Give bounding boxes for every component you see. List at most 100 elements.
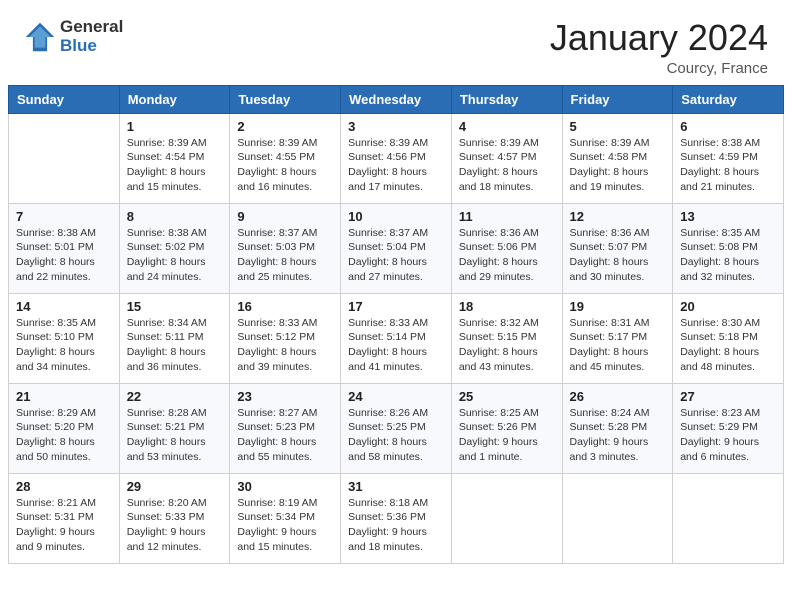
sunset-text: Sunset: 5:03 PM bbox=[237, 241, 315, 253]
cell-w4-d2: 22 Sunrise: 8:28 AM Sunset: 5:21 PM Dayl… bbox=[119, 383, 230, 473]
day-info: Sunrise: 8:29 AM Sunset: 5:20 PM Dayligh… bbox=[16, 406, 112, 465]
sunset-text: Sunset: 4:54 PM bbox=[127, 151, 205, 163]
sunrise-text: Sunrise: 8:24 AM bbox=[570, 407, 650, 419]
day-info: Sunrise: 8:25 AM Sunset: 5:26 PM Dayligh… bbox=[459, 406, 555, 465]
day-info: Sunrise: 8:39 AM Sunset: 4:55 PM Dayligh… bbox=[237, 136, 333, 195]
sunrise-text: Sunrise: 8:27 AM bbox=[237, 407, 317, 419]
cell-w5-d4: 31 Sunrise: 8:18 AM Sunset: 5:36 PM Dayl… bbox=[341, 473, 452, 563]
sunrise-text: Sunrise: 8:39 AM bbox=[237, 137, 317, 149]
day-info: Sunrise: 8:37 AM Sunset: 5:03 PM Dayligh… bbox=[237, 226, 333, 285]
sunset-text: Sunset: 5:08 PM bbox=[680, 241, 758, 253]
sunset-text: Sunset: 5:07 PM bbox=[570, 241, 648, 253]
day-number: 7 bbox=[16, 209, 112, 224]
day-info: Sunrise: 8:30 AM Sunset: 5:18 PM Dayligh… bbox=[680, 316, 776, 375]
day-number: 2 bbox=[237, 119, 333, 134]
sunset-text: Sunset: 4:59 PM bbox=[680, 151, 758, 163]
logo-blue-text: Blue bbox=[60, 37, 123, 56]
daylight-text: Daylight: 8 hours and 50 minutes. bbox=[16, 436, 95, 463]
day-info: Sunrise: 8:35 AM Sunset: 5:08 PM Dayligh… bbox=[680, 226, 776, 285]
cell-w5-d2: 29 Sunrise: 8:20 AM Sunset: 5:33 PM Dayl… bbox=[119, 473, 230, 563]
day-info: Sunrise: 8:24 AM Sunset: 5:28 PM Dayligh… bbox=[570, 406, 666, 465]
cell-w3-d7: 20 Sunrise: 8:30 AM Sunset: 5:18 PM Dayl… bbox=[673, 293, 784, 383]
day-number: 6 bbox=[680, 119, 776, 134]
sunset-text: Sunset: 5:28 PM bbox=[570, 421, 648, 433]
sunrise-text: Sunrise: 8:23 AM bbox=[680, 407, 760, 419]
daylight-text: Daylight: 8 hours and 27 minutes. bbox=[348, 256, 427, 283]
sunrise-text: Sunrise: 8:26 AM bbox=[348, 407, 428, 419]
calendar-table: Sunday Monday Tuesday Wednesday Thursday… bbox=[8, 85, 784, 564]
day-number: 20 bbox=[680, 299, 776, 314]
cell-w1-d4: 3 Sunrise: 8:39 AM Sunset: 4:56 PM Dayli… bbox=[341, 113, 452, 203]
cell-w5-d7 bbox=[673, 473, 784, 563]
day-number: 5 bbox=[570, 119, 666, 134]
cell-w5-d5 bbox=[451, 473, 562, 563]
daylight-text: Daylight: 8 hours and 32 minutes. bbox=[680, 256, 759, 283]
day-info: Sunrise: 8:20 AM Sunset: 5:33 PM Dayligh… bbox=[127, 496, 223, 555]
daylight-text: Daylight: 8 hours and 25 minutes. bbox=[237, 256, 316, 283]
sunrise-text: Sunrise: 8:37 AM bbox=[348, 227, 428, 239]
day-info: Sunrise: 8:36 AM Sunset: 5:06 PM Dayligh… bbox=[459, 226, 555, 285]
day-number: 22 bbox=[127, 389, 223, 404]
col-tuesday: Tuesday bbox=[230, 85, 341, 113]
col-monday: Monday bbox=[119, 85, 230, 113]
sunrise-text: Sunrise: 8:30 AM bbox=[680, 317, 760, 329]
day-number: 4 bbox=[459, 119, 555, 134]
title-location: Courcy, France bbox=[550, 60, 768, 77]
sunset-text: Sunset: 5:04 PM bbox=[348, 241, 426, 253]
daylight-text: Daylight: 8 hours and 21 minutes. bbox=[680, 166, 759, 193]
cell-w5-d1: 28 Sunrise: 8:21 AM Sunset: 5:31 PM Dayl… bbox=[9, 473, 120, 563]
sunset-text: Sunset: 5:33 PM bbox=[127, 511, 205, 523]
sunrise-text: Sunrise: 8:31 AM bbox=[570, 317, 650, 329]
cell-w3-d5: 18 Sunrise: 8:32 AM Sunset: 5:15 PM Dayl… bbox=[451, 293, 562, 383]
cell-w2-d7: 13 Sunrise: 8:35 AM Sunset: 5:08 PM Dayl… bbox=[673, 203, 784, 293]
sunset-text: Sunset: 5:23 PM bbox=[237, 421, 315, 433]
sunset-text: Sunset: 5:21 PM bbox=[127, 421, 205, 433]
daylight-text: Daylight: 8 hours and 17 minutes. bbox=[348, 166, 427, 193]
cell-w2-d5: 11 Sunrise: 8:36 AM Sunset: 5:06 PM Dayl… bbox=[451, 203, 562, 293]
day-info: Sunrise: 8:39 AM Sunset: 4:56 PM Dayligh… bbox=[348, 136, 444, 195]
col-thursday: Thursday bbox=[451, 85, 562, 113]
daylight-text: Daylight: 8 hours and 55 minutes. bbox=[237, 436, 316, 463]
sunset-text: Sunset: 5:15 PM bbox=[459, 331, 537, 343]
sunset-text: Sunset: 5:36 PM bbox=[348, 511, 426, 523]
day-number: 9 bbox=[237, 209, 333, 224]
day-number: 26 bbox=[570, 389, 666, 404]
header-row: Sunday Monday Tuesday Wednesday Thursday… bbox=[9, 85, 784, 113]
sunrise-text: Sunrise: 8:38 AM bbox=[127, 227, 207, 239]
daylight-text: Daylight: 9 hours and 15 minutes. bbox=[237, 526, 316, 553]
logo-text: General Blue bbox=[60, 18, 123, 55]
sunrise-text: Sunrise: 8:39 AM bbox=[570, 137, 650, 149]
sunrise-text: Sunrise: 8:35 AM bbox=[16, 317, 96, 329]
cell-w3-d3: 16 Sunrise: 8:33 AM Sunset: 5:12 PM Dayl… bbox=[230, 293, 341, 383]
daylight-text: Daylight: 9 hours and 9 minutes. bbox=[16, 526, 95, 553]
sunrise-text: Sunrise: 8:20 AM bbox=[127, 497, 207, 509]
day-info: Sunrise: 8:39 AM Sunset: 4:57 PM Dayligh… bbox=[459, 136, 555, 195]
daylight-text: Daylight: 8 hours and 18 minutes. bbox=[459, 166, 538, 193]
sunset-text: Sunset: 5:12 PM bbox=[237, 331, 315, 343]
sunset-text: Sunset: 5:20 PM bbox=[16, 421, 94, 433]
day-info: Sunrise: 8:32 AM Sunset: 5:15 PM Dayligh… bbox=[459, 316, 555, 375]
logo-general-text: General bbox=[60, 18, 123, 37]
calendar-wrapper: Sunday Monday Tuesday Wednesday Thursday… bbox=[0, 85, 792, 572]
calendar-header: Sunday Monday Tuesday Wednesday Thursday… bbox=[9, 85, 784, 113]
day-number: 16 bbox=[237, 299, 333, 314]
sunrise-text: Sunrise: 8:25 AM bbox=[459, 407, 539, 419]
cell-w4-d3: 23 Sunrise: 8:27 AM Sunset: 5:23 PM Dayl… bbox=[230, 383, 341, 473]
week-row-3: 14 Sunrise: 8:35 AM Sunset: 5:10 PM Dayl… bbox=[9, 293, 784, 383]
col-friday: Friday bbox=[562, 85, 673, 113]
sunset-text: Sunset: 5:02 PM bbox=[127, 241, 205, 253]
cell-w4-d7: 27 Sunrise: 8:23 AM Sunset: 5:29 PM Dayl… bbox=[673, 383, 784, 473]
sunrise-text: Sunrise: 8:38 AM bbox=[16, 227, 96, 239]
cell-w5-d6 bbox=[562, 473, 673, 563]
col-sunday: Sunday bbox=[9, 85, 120, 113]
title-block: January 2024 Courcy, France bbox=[550, 18, 768, 77]
daylight-text: Daylight: 8 hours and 19 minutes. bbox=[570, 166, 649, 193]
day-number: 8 bbox=[127, 209, 223, 224]
sunrise-text: Sunrise: 8:36 AM bbox=[459, 227, 539, 239]
day-number: 24 bbox=[348, 389, 444, 404]
cell-w1-d7: 6 Sunrise: 8:38 AM Sunset: 4:59 PM Dayli… bbox=[673, 113, 784, 203]
cell-w5-d3: 30 Sunrise: 8:19 AM Sunset: 5:34 PM Dayl… bbox=[230, 473, 341, 563]
daylight-text: Daylight: 9 hours and 12 minutes. bbox=[127, 526, 206, 553]
sunset-text: Sunset: 5:01 PM bbox=[16, 241, 94, 253]
day-number: 15 bbox=[127, 299, 223, 314]
